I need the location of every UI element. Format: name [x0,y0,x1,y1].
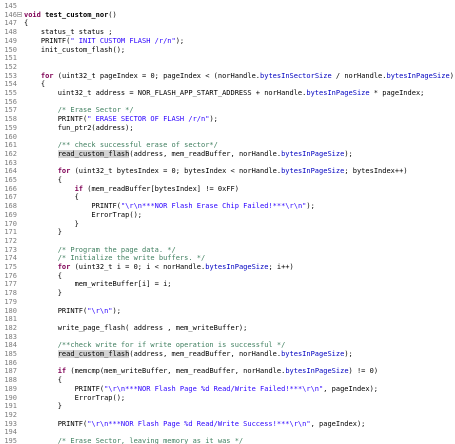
code-token: /* Erase Sector, leaving memory as it wa… [57,437,244,444]
code-editor[interactable]: 145 146 void test_custom_nor() 147{148 stat… [0,0,455,444]
line-number: 195 [4,437,17,444]
code-line[interactable]: 195 /* Erase Sector, leaving memory as i… [0,436,455,444]
fold-collapse-icon[interactable] [17,11,22,17]
code-text: /* Erase Sector, leaving memory as it wa… [24,436,243,444]
